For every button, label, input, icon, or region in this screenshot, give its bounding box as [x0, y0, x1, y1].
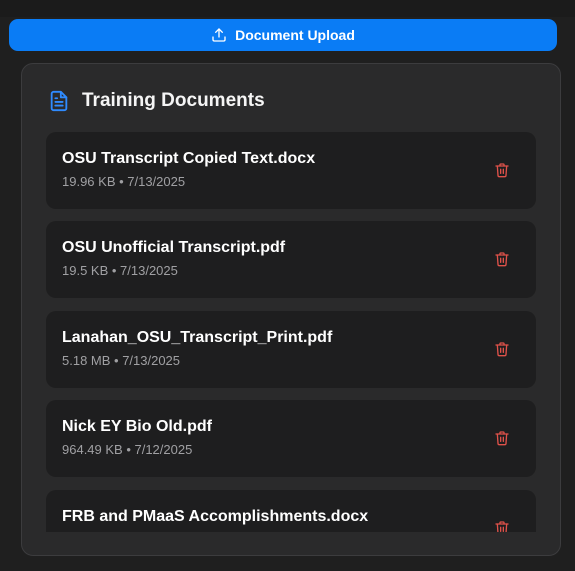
trash-icon[interactable] [494, 430, 510, 446]
file-name: OSU Transcript Copied Text.docx [62, 150, 316, 167]
panel-title: Training Documents [82, 90, 265, 111]
panel-header: Training Documents [48, 90, 265, 112]
file-meta: 19.96 KB • 7/13/2025 [62, 174, 186, 189]
list-item[interactable]: OSU Unofficial Transcript.pdf 19.5 KB • … [46, 221, 536, 298]
training-documents-panel: Training Documents OSU Transcript Copied… [21, 63, 561, 556]
file-name: OSU Unofficial Transcript.pdf [62, 239, 286, 256]
file-name: Nick EY Bio Old.pdf [62, 418, 212, 435]
trash-icon[interactable] [494, 341, 510, 357]
document-list[interactable]: OSU Transcript Copied Text.docx 19.96 KB… [46, 132, 536, 532]
trash-icon[interactable] [494, 520, 510, 532]
document-upload-label: Document Upload [235, 27, 355, 43]
file-name: Lanahan_OSU_Transcript_Print.pdf [62, 329, 333, 346]
page: Document Upload Training Documents OSU T… [0, 0, 575, 571]
file-name: FRB and PMaaS Accomplishments.docx [62, 508, 369, 525]
document-icon [48, 90, 70, 112]
file-meta: 5.18 MB • 7/13/2025 [62, 353, 181, 368]
trash-icon[interactable] [494, 251, 510, 267]
list-item[interactable]: OSU Transcript Copied Text.docx 19.96 KB… [46, 132, 536, 209]
list-item[interactable]: FRB and PMaaS Accomplishments.docx [46, 490, 536, 532]
upload-icon [211, 27, 227, 43]
list-item[interactable]: Nick EY Bio Old.pdf 964.49 KB • 7/12/202… [46, 400, 536, 477]
trash-icon[interactable] [494, 162, 510, 178]
top-strip [0, 0, 575, 17]
list-item[interactable]: Lanahan_OSU_Transcript_Print.pdf 5.18 MB… [46, 311, 536, 388]
document-upload-button[interactable]: Document Upload [9, 19, 557, 51]
file-meta: 964.49 KB • 7/12/2025 [62, 442, 193, 457]
file-meta: 19.5 KB • 7/13/2025 [62, 263, 178, 278]
